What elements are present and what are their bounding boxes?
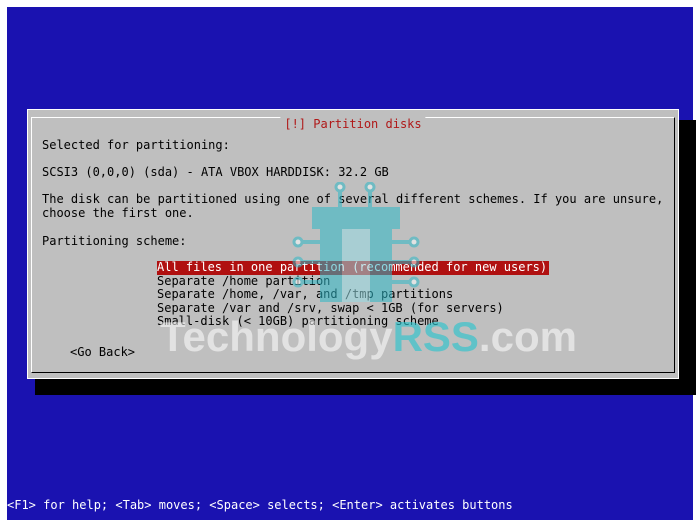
watermark-part-3: .com bbox=[478, 313, 577, 360]
dialog-title: [!] Partition disks bbox=[280, 117, 426, 131]
scheme-label: Partitioning scheme: bbox=[42, 234, 187, 248]
disk-info: SCSI3 (0,0,0) (sda) - ATA VBOX HARDDISK:… bbox=[42, 165, 389, 179]
description-line-2: choose the first one. bbox=[42, 206, 194, 220]
watermark-part-2: RSS bbox=[392, 313, 479, 360]
watermark-logo-icon bbox=[292, 182, 420, 302]
watermark-text: TechnologyRSS.com bbox=[160, 313, 577, 361]
installer-screen: [!] Partition disks Selected for partiti… bbox=[7, 7, 696, 520]
go-back-button[interactable]: <Go Back> bbox=[70, 345, 135, 359]
help-bar: <F1> for help; <Tab> moves; <Space> sele… bbox=[7, 498, 513, 512]
selected-label: Selected for partitioning: bbox=[42, 138, 230, 152]
watermark-part-1: Technology bbox=[160, 313, 393, 360]
